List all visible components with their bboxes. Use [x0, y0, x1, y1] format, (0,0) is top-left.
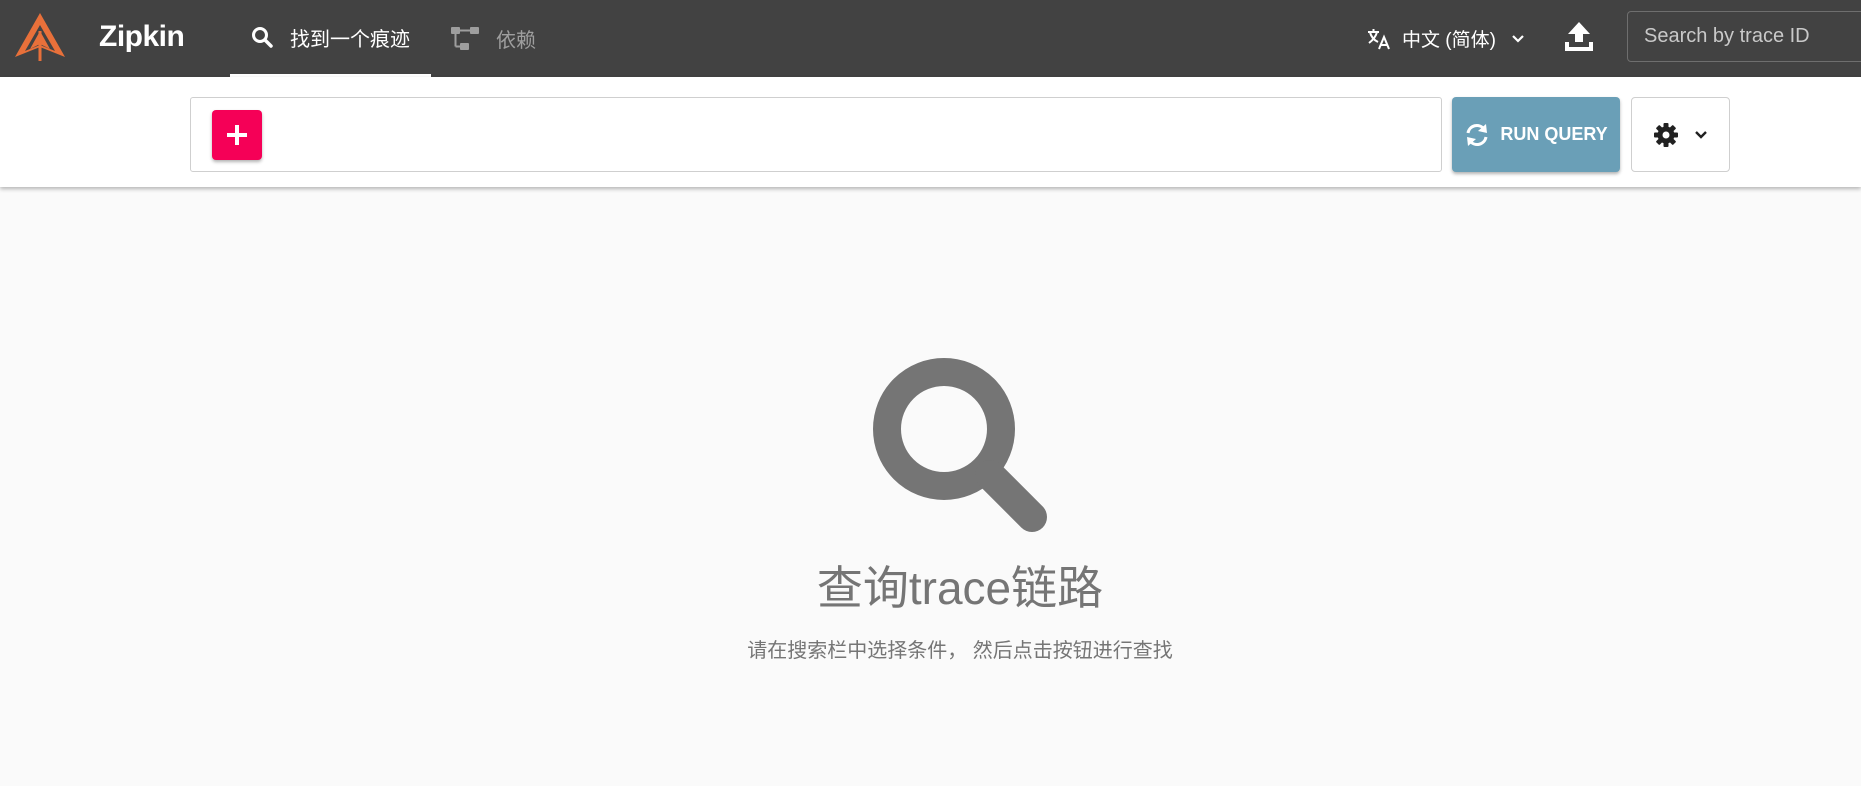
zipkin-logo-icon[interactable] — [13, 11, 67, 63]
app-bar: Zipkin 找到一个痕迹 依赖 中文 (简体) Search by trace… — [0, 0, 1861, 77]
tab-find-trace-label: 找到一个痕迹 — [290, 28, 410, 51]
add-criteria-button[interactable] — [212, 110, 262, 160]
run-query-label: RUN QUERY — [1500, 124, 1608, 144]
translate-icon — [1366, 27, 1392, 51]
tab-dependencies[interactable]: 依赖 — [450, 0, 536, 77]
sync-icon — [1464, 122, 1490, 148]
tab-dependencies-label: 依赖 — [496, 30, 536, 52]
brand-name[interactable]: Zipkin — [99, 18, 185, 56]
plus-icon — [227, 125, 247, 145]
gear-icon — [1653, 122, 1678, 147]
empty-state-hint: 请在搜索栏中选择条件， 然后点击按钮进行查找 — [747, 640, 1173, 662]
settings-menu-button[interactable] — [1631, 97, 1730, 172]
upload-icon[interactable] — [1563, 20, 1595, 54]
search-icon — [873, 358, 1047, 532]
empty-state: 查询trace链路 请在搜索栏中选择条件， 然后点击按钮进行查找 — [0, 187, 1861, 786]
chevron-down-icon — [1510, 33, 1526, 45]
search-icon — [250, 25, 274, 49]
language-label: 中文 (简体) — [1402, 30, 1496, 51]
trace-id-search-input[interactable] — [1627, 11, 1861, 62]
empty-state-title: 查询trace链路 — [816, 562, 1104, 614]
run-query-button[interactable]: RUN QUERY — [1452, 97, 1620, 172]
dependency-graph-icon — [450, 26, 480, 52]
query-bar: RUN QUERY — [0, 77, 1861, 187]
language-selector[interactable]: 中文 (简体) — [1366, 0, 1526, 77]
tab-find-trace[interactable]: 找到一个痕迹 — [230, 0, 431, 77]
search-criteria-box[interactable] — [190, 97, 1442, 172]
chevron-down-icon — [1693, 129, 1709, 141]
